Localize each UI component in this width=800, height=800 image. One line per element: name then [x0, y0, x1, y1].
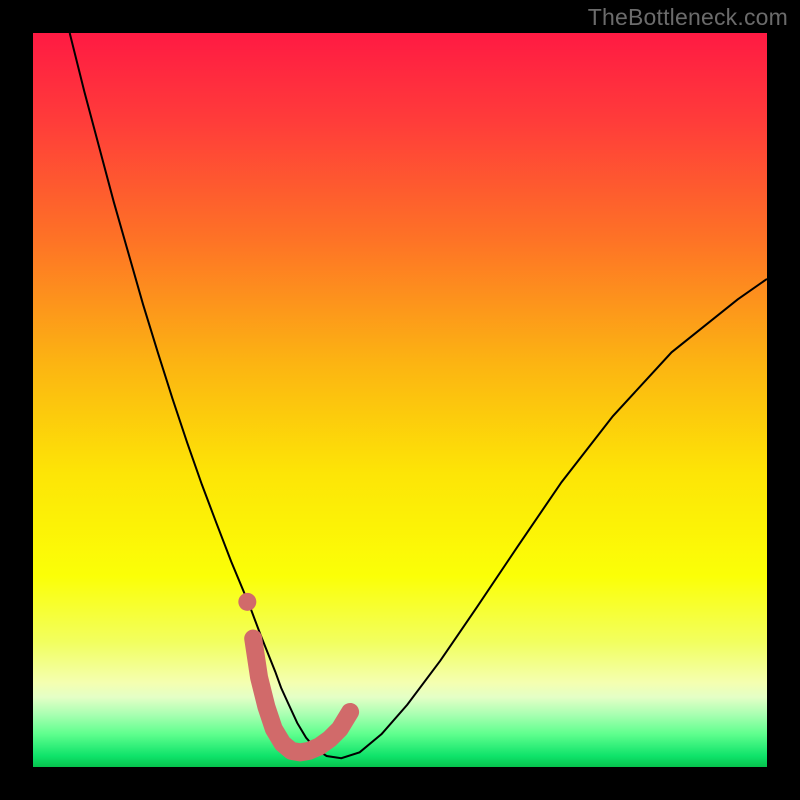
chart-frame: TheBottleneck.com [0, 0, 800, 800]
chart-plot [33, 33, 767, 767]
marker-layer [238, 593, 256, 611]
plot-background [33, 33, 767, 767]
watermark-label: TheBottleneck.com [588, 4, 788, 31]
marker-dot-top [238, 593, 256, 611]
